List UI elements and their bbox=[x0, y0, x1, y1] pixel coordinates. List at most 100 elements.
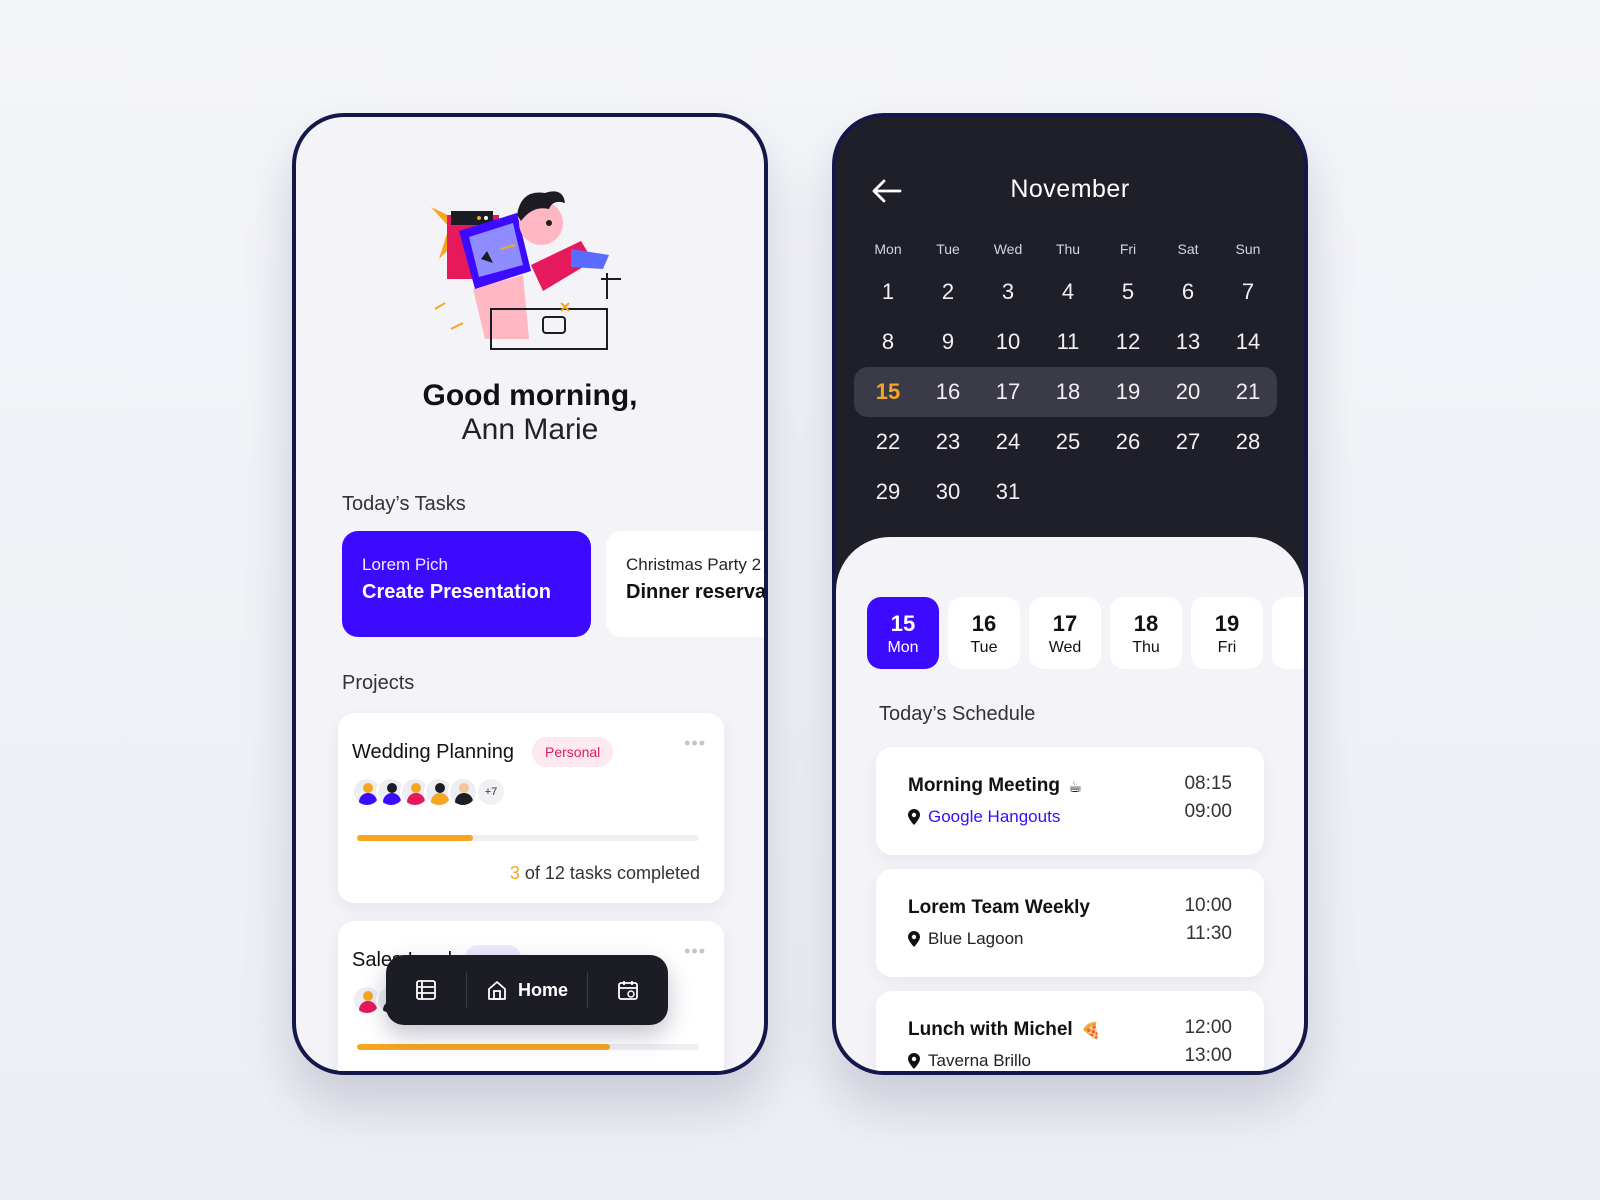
tasks-completed-count: 3 bbox=[509, 863, 520, 883]
calendar-day[interactable]: 8 bbox=[858, 317, 918, 367]
event-card[interactable]: Morning Meeting ☕ Google Hangouts 08:15 09:0… bbox=[876, 747, 1264, 855]
event-emoji: ☕ bbox=[1068, 779, 1083, 796]
day-pill-weekday: Fri bbox=[1217, 639, 1237, 656]
calendar-day[interactable]: 12 bbox=[1098, 317, 1158, 367]
weekday-label: Mon bbox=[874, 241, 902, 257]
calendar-day[interactable]: 27 bbox=[1158, 417, 1218, 467]
calendar-day[interactable]: 21 bbox=[1218, 367, 1278, 417]
bottom-nav: Home bbox=[386, 955, 668, 1025]
calendar-day[interactable]: 9 bbox=[918, 317, 978, 367]
calendar-day[interactable]: 3 bbox=[978, 267, 1038, 317]
weekday-label: Tue bbox=[936, 241, 960, 257]
project-tag: Personal bbox=[532, 737, 614, 767]
progress-bar bbox=[357, 835, 699, 841]
calendar-day[interactable]: 17 bbox=[978, 367, 1038, 417]
map-pin-icon bbox=[908, 931, 920, 947]
more-dots-icon[interactable]: ••• bbox=[684, 941, 706, 962]
nav-list-button[interactable] bbox=[386, 955, 466, 1025]
event-location-text: Taverna Brillo bbox=[928, 1051, 1031, 1070]
tasks-completed-suffix: of 12 tasks completed bbox=[519, 863, 700, 883]
event-location: Taverna Brillo bbox=[908, 1051, 1031, 1071]
task-card[interactable]: Lorem Pich Create Presentation bbox=[342, 531, 591, 637]
day-pill[interactable] bbox=[1272, 597, 1304, 669]
calendar-day[interactable]: 14 bbox=[1218, 317, 1278, 367]
calendar-screen: November Mon Tue Wed Thu Fri Sat Sun 123456789… bbox=[832, 113, 1308, 1075]
weekday-label: Sat bbox=[1177, 241, 1199, 257]
greeting-text: Good morning, bbox=[422, 379, 638, 412]
day-pill[interactable]: 19 Fri bbox=[1191, 597, 1263, 669]
event-card[interactable]: Lunch with Michel 🍕 Taverna Brillo 12:00 13:… bbox=[876, 991, 1264, 1071]
calendar-day[interactable]: 6 bbox=[1158, 267, 1218, 317]
calendar-day[interactable]: 16 bbox=[918, 367, 978, 417]
user-name: Ann Marie bbox=[461, 413, 599, 446]
calendar-day[interactable]: 31 bbox=[978, 467, 1038, 517]
map-pin-icon bbox=[908, 1053, 920, 1069]
calendar-day[interactable]: 20 bbox=[1158, 367, 1218, 417]
day-pill-number: 16 bbox=[971, 611, 997, 636]
event-location[interactable]: Google Hangouts bbox=[908, 807, 1060, 827]
calendar-day[interactable]: 2 bbox=[918, 267, 978, 317]
calendar-day[interactable]: 19 bbox=[1098, 367, 1158, 417]
more-dots-icon[interactable]: ••• bbox=[684, 733, 706, 754]
calendar-day[interactable]: 25 bbox=[1038, 417, 1098, 467]
extra-members-count: +7 bbox=[476, 777, 506, 807]
calendar-icon bbox=[618, 981, 638, 1000]
progress-text: 3 of 12 tasks completed bbox=[510, 863, 700, 884]
day-pill-number: 15 bbox=[890, 611, 916, 636]
progress-fill bbox=[357, 1044, 611, 1050]
event-card[interactable]: Lorem Team Weekly Blue Lagoon 10:00 11:30 bbox=[876, 869, 1264, 977]
calendar-day[interactable]: 29 bbox=[858, 467, 918, 517]
calendar-day[interactable]: 13 bbox=[1158, 317, 1218, 367]
day-pill[interactable]: 15 Mon bbox=[867, 597, 939, 669]
day-pill[interactable]: 18 Thu bbox=[1110, 597, 1182, 669]
weekday-label: Thu bbox=[1055, 241, 1081, 257]
project-name: Wedding Planning bbox=[352, 741, 514, 763]
illustration-icon bbox=[431, 191, 621, 350]
project-card[interactable]: Wedding Planning Personal ••• +7 3 of 12… bbox=[338, 713, 724, 903]
event-location-text: Blue Lagoon bbox=[928, 929, 1024, 948]
calendar-day[interactable]: 10 bbox=[978, 317, 1038, 367]
nav-home-label: Home bbox=[517, 979, 568, 1000]
calendar-grid: 1 2 3 4 5 6 7 8 9 10 11 12 13 14 15 16 17 18 19 20 21 22 23 24 2… bbox=[854, 267, 1278, 527]
nav-home-button[interactable]: Home bbox=[466, 972, 588, 1008]
calendar-day[interactable]: 26 bbox=[1098, 417, 1158, 467]
day-pill-number: 18 bbox=[1133, 611, 1159, 636]
calendar-day[interactable]: 18 bbox=[1038, 367, 1098, 417]
calendar-day[interactable]: 30 bbox=[918, 467, 978, 517]
home-icon bbox=[488, 981, 506, 1000]
weekday-label: Fri bbox=[1119, 241, 1137, 257]
calendar-day[interactable]: 4 bbox=[1038, 267, 1098, 317]
todays-tasks-title: Today’s Tasks bbox=[342, 493, 466, 515]
calendar-day[interactable]: 24 bbox=[978, 417, 1038, 467]
day-pill-weekday: Wed bbox=[1048, 639, 1082, 656]
calendar-day[interactable]: 1 bbox=[858, 267, 918, 317]
task-title: Create Presentation bbox=[362, 581, 551, 603]
home-screen: Good morning, Ann Marie Today’s Tasks Lo… bbox=[292, 113, 768, 1075]
calendar-day[interactable]: 5 bbox=[1098, 267, 1158, 317]
day-pill[interactable]: 16 Tue bbox=[948, 597, 1020, 669]
progress-bar bbox=[357, 1044, 699, 1050]
weekday-header: Mon Tue Wed Thu Fri Sat Sun bbox=[858, 241, 1278, 261]
calendar-day[interactable]: 28 bbox=[1218, 417, 1278, 467]
day-pill-number: 17 bbox=[1052, 611, 1078, 636]
calendar-day[interactable]: 15 bbox=[858, 367, 918, 417]
day-pill-number: 19 bbox=[1214, 611, 1240, 636]
day-pill-weekday: Tue bbox=[970, 639, 998, 656]
event-end-time: 13:00 bbox=[1184, 1045, 1232, 1066]
day-pill-weekday: Mon bbox=[887, 639, 919, 656]
month-title: November bbox=[1010, 175, 1130, 203]
nav-calendar-button[interactable] bbox=[588, 955, 668, 1025]
event-end-time: 11:30 bbox=[1185, 923, 1232, 944]
event-location-text[interactable]: Google Hangouts bbox=[928, 807, 1060, 827]
event-location: Blue Lagoon bbox=[908, 929, 1023, 949]
calendar-day[interactable]: 23 bbox=[918, 417, 978, 467]
event-start-time: 12:00 bbox=[1184, 1017, 1232, 1038]
day-pill[interactable]: 17 Wed bbox=[1029, 597, 1101, 669]
calendar-day[interactable]: 11 bbox=[1038, 317, 1098, 367]
calendar-day[interactable]: 22 bbox=[858, 417, 918, 467]
member-avatars: +7 bbox=[352, 777, 506, 807]
event-start-time: 10:00 bbox=[1184, 895, 1232, 916]
event-name: Morning Meeting bbox=[908, 775, 1060, 796]
task-card[interactable]: Christmas Party 2 Dinner reservat bbox=[606, 531, 764, 637]
calendar-day[interactable]: 7 bbox=[1218, 267, 1278, 317]
